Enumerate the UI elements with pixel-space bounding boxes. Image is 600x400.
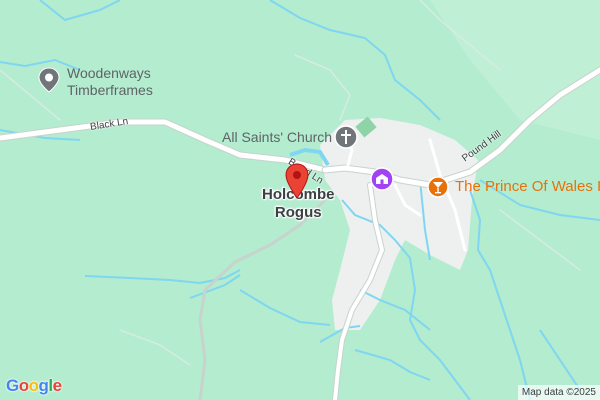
- tourist-attraction-icon[interactable]: [370, 167, 394, 191]
- google-logo[interactable]: Google: [6, 376, 62, 396]
- map-canvas[interactable]: Woodenways Timberframes All Saints' Chur…: [0, 0, 600, 400]
- poi-label-line: Timberframes: [67, 82, 153, 98]
- prince-of-wales-inn-label[interactable]: The Prince Of Wales Inn: [455, 178, 600, 196]
- logo-letter: e: [52, 376, 62, 395]
- logo-letter: G: [6, 376, 19, 395]
- cocktail-bar-icon[interactable]: [427, 176, 449, 198]
- logo-letter: o: [18, 376, 29, 395]
- church-icon[interactable]: [334, 125, 358, 149]
- selected-location-pin-icon[interactable]: [285, 163, 309, 199]
- all-saints-church-label[interactable]: All Saints' Church: [222, 129, 332, 146]
- place-label-line: Rogus: [274, 204, 322, 221]
- map-data-attribution[interactable]: Map data ©2025: [517, 385, 600, 400]
- poi-label-line: Woodenways: [67, 65, 151, 81]
- logo-letter: g: [38, 376, 49, 395]
- logo-letter: o: [28, 376, 39, 395]
- woodenways-timberframes-label[interactable]: Woodenways Timberframes: [67, 65, 153, 99]
- location-pin-gray-icon[interactable]: [38, 67, 60, 93]
